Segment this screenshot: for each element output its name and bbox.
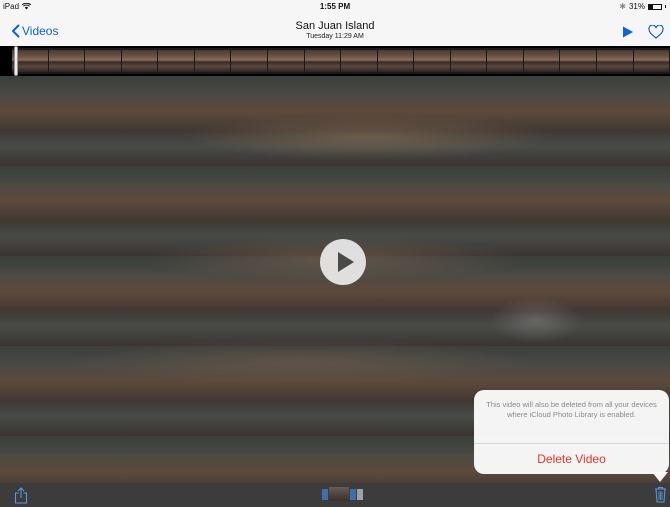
heart-icon[interactable] (648, 25, 664, 39)
filmstrip-frame (633, 50, 670, 72)
status-bar: iPad 1:55 PM ✱ 31% (0, 0, 670, 14)
filmstrip-frames (12, 50, 670, 72)
thumbnail[interactable] (357, 489, 363, 500)
page-subtitle: Tuesday 11:29 AM (306, 33, 364, 40)
playhead-handle[interactable] (14, 46, 18, 76)
delete-message: This video will also be deleted from all… (474, 390, 669, 444)
filmstrip-frame (194, 50, 232, 72)
delete-video-button[interactable]: Delete Video (474, 444, 669, 474)
filmstrip-frame (523, 50, 561, 72)
filmstrip-frame (48, 50, 86, 72)
title-block: San Juan Island Tuesday 11:29 AM (0, 20, 670, 40)
bluetooth-icon: ✱ (619, 2, 626, 11)
battery-tip (665, 5, 666, 8)
popover-arrow (652, 472, 668, 482)
trash-icon[interactable] (654, 486, 667, 503)
filmstrip-frame (304, 50, 342, 72)
filmstrip-frame (85, 50, 122, 72)
battery-percent: 31% (628, 2, 645, 11)
battery-icon (648, 3, 662, 10)
filmstrip-frame (450, 50, 488, 72)
delete-popover: This video will also be deleted from all… (474, 390, 669, 474)
filmstrip-frame (267, 50, 305, 72)
thumbnail[interactable] (322, 489, 328, 500)
filmstrip-frame (487, 50, 524, 72)
thumbnail-strip[interactable] (322, 487, 363, 501)
nav-bar: Videos San Juan Island Tuesday 11:29 AM (0, 14, 670, 46)
filmstrip-frame (341, 50, 378, 72)
status-time: 1:55 PM (319, 2, 351, 11)
filmstrip-frame (597, 50, 634, 72)
share-icon[interactable] (14, 487, 28, 504)
thumbnail[interactable] (350, 489, 356, 500)
thumbnail-selected[interactable] (329, 487, 349, 501)
play-icon[interactable] (622, 26, 634, 38)
filmstrip-frame (121, 50, 159, 72)
filmstrip-frame (231, 50, 268, 72)
filmstrip-frame (377, 50, 415, 72)
play-button[interactable] (320, 239, 366, 285)
bottom-toolbar (0, 483, 670, 507)
filmstrip-frame (158, 50, 195, 72)
filmstrip-frame (414, 50, 451, 72)
filmstrip-scrubber[interactable] (12, 48, 670, 74)
page-title: San Juan Island (295, 20, 375, 32)
filmstrip-frame (560, 50, 597, 72)
status-right: ✱ 31% (619, 2, 666, 11)
